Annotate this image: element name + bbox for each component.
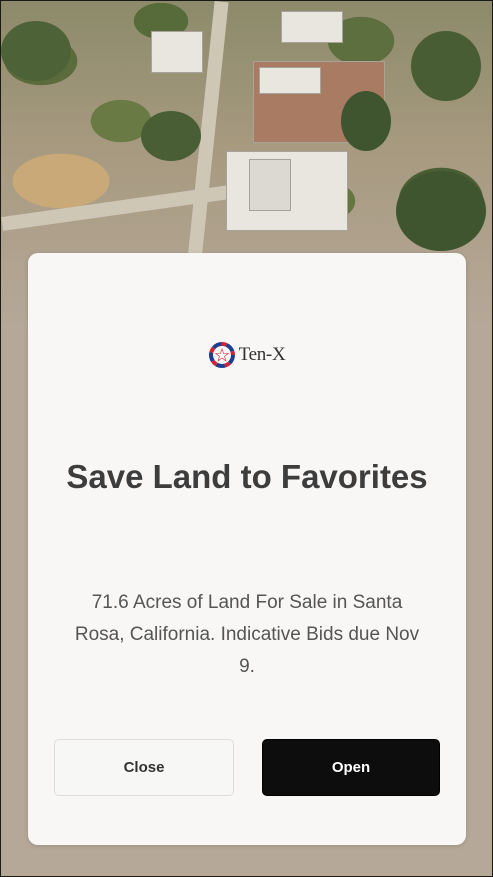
save-favorites-modal: Ten-X Save Land to Favorites 71.6 Acres …	[28, 253, 466, 845]
screen: Ten-X Save Land to Favorites 71.6 Acres …	[0, 0, 493, 877]
ten-x-logo-icon	[208, 342, 235, 368]
brand-logo: Ten-X	[28, 340, 466, 370]
modal-title: Save Land to Favorites	[66, 458, 428, 495]
close-button[interactable]: Close	[54, 739, 234, 796]
modal-description: 71.6 Acres of Land For Sale in Santa Ros…	[74, 592, 420, 677]
brand-name: Ten-X	[238, 344, 286, 365]
open-button[interactable]: Open	[262, 739, 440, 796]
